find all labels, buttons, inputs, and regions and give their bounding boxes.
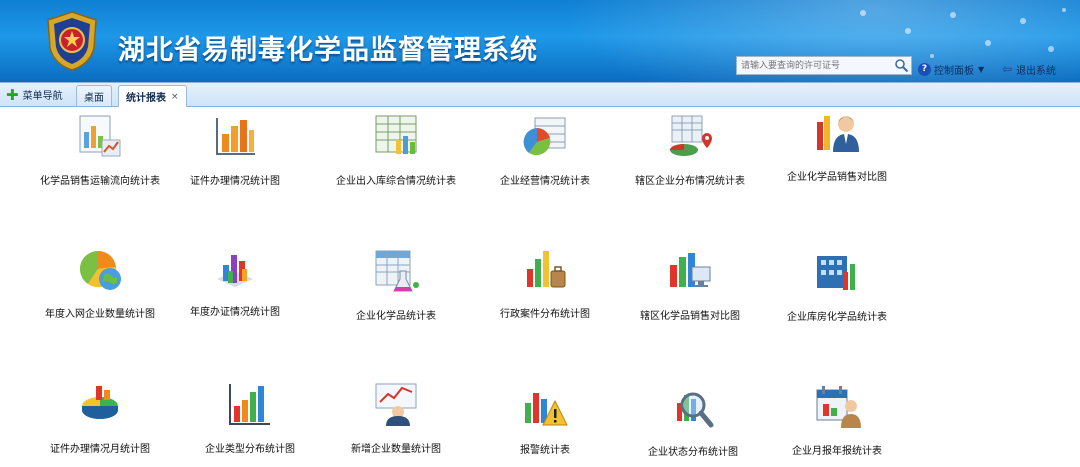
- pie-globe-icon: [79, 250, 121, 290]
- report-label: 企业出入库综合情况统计表: [336, 176, 456, 187]
- license-search-input[interactable]: [737, 57, 891, 74]
- pie-table-icon: [523, 117, 566, 156]
- control-panel-label: 控制面板: [934, 65, 974, 77]
- report-label: 年度办证情况统计图: [190, 307, 280, 318]
- report-label: 报警统计表: [520, 445, 570, 456]
- report-label: 企业状态分布统计图: [648, 447, 738, 458]
- report-label: 企业月报年报统计表: [792, 446, 882, 457]
- report-label: 企业化学品统计表: [356, 311, 436, 322]
- tab-bar: ✚ 菜单导航 桌面 统计报表 ×: [0, 82, 1080, 107]
- help-icon: ?: [918, 62, 931, 76]
- bar-briefcase-icon: [527, 251, 566, 288]
- report-tile[interactable]: 企业经营情况统计表: [470, 112, 620, 196]
- report-tile[interactable]: 年度办证情况统计图: [160, 243, 310, 327]
- report-tile[interactable]: 化学品销售运输流向统计表: [25, 112, 175, 196]
- building-chart-icon: [817, 256, 855, 290]
- magnifier-chart-icon: [677, 392, 714, 428]
- report-tile[interactable]: 企业化学品销售对比图: [762, 108, 912, 192]
- bar-monitor-icon: [670, 253, 711, 287]
- menu-nav-button[interactable]: ✚ 菜单导航: [6, 87, 63, 102]
- calendar-person-icon: [816, 386, 861, 428]
- report-tile[interactable]: 企业月报年报统计表: [762, 382, 912, 466]
- report-label: 辖区化学品销售对比图: [640, 311, 740, 322]
- report-label: 行政案件分布统计图: [500, 309, 590, 320]
- warning-chart-icon: [525, 393, 568, 426]
- close-icon[interactable]: ×: [171, 92, 179, 102]
- app-header: 湖北省易制毒化学品监督管理系统 ? 控制面板 ▼ ⇦ 退出系统: [0, 0, 1080, 82]
- report-tile[interactable]: 辖区企业分布情况统计表: [615, 112, 765, 196]
- search-icon[interactable]: [894, 58, 909, 73]
- plus-icon: ✚: [6, 85, 19, 104]
- bar-chart-icon: [216, 118, 255, 155]
- report-tile[interactable]: 企业库房化学品统计表: [762, 248, 912, 332]
- person-chart-icon: [817, 116, 859, 152]
- pie-3d-icon: [82, 386, 118, 419]
- report-label: 证件办理情况统计图: [190, 176, 280, 187]
- report-label: 化学品销售运输流向统计表: [40, 176, 160, 187]
- report-tile[interactable]: 证件办理情况月统计图: [25, 380, 175, 464]
- back-arrow-icon: ⇦: [1002, 62, 1013, 76]
- map-pin-table-icon: [670, 115, 712, 156]
- logout-label: 退出系统: [1016, 65, 1057, 77]
- report-tile[interactable]: 企业类型分布统计图: [175, 380, 325, 464]
- app-title: 湖北省易制毒化学品监督管理系统: [118, 35, 538, 66]
- report-label: 新增企业数量统计图: [351, 444, 441, 455]
- bar-3d-icon: [217, 255, 253, 287]
- report-label: 证件办理情况月统计图: [50, 444, 150, 455]
- report-tile[interactable]: 企业出入库综合情况统计表: [321, 112, 471, 196]
- tab-statistics[interactable]: 统计报表 ×: [118, 85, 187, 107]
- spreadsheet-chart-icon: [375, 115, 417, 154]
- logout-button[interactable]: ⇦ 退出系统: [1002, 62, 1057, 77]
- report-tile[interactable]: 新增企业数量统计图: [321, 380, 471, 464]
- report-label: 企业经营情况统计表: [500, 176, 590, 187]
- report-tile[interactable]: 年度入网企业数量统计图: [25, 245, 175, 329]
- police-emblem-icon: [47, 11, 97, 71]
- menu-nav-label: 菜单导航: [22, 91, 63, 102]
- report-label: 企业化学品销售对比图: [787, 172, 887, 183]
- bar-chart-blue-icon: [229, 384, 270, 425]
- chevron-down-icon: ▼: [978, 64, 985, 74]
- report-tile[interactable]: 报警统计表: [470, 381, 620, 465]
- tab-label: 桌面: [84, 92, 104, 104]
- license-search: [736, 56, 912, 75]
- report-tile[interactable]: 证件办理情况统计图: [160, 112, 310, 196]
- report-tile[interactable]: 企业状态分布统计图: [618, 383, 768, 467]
- flask-table-icon: [375, 250, 419, 292]
- tab-desktop[interactable]: 桌面: [76, 85, 112, 106]
- report-label: 企业类型分布统计图: [205, 444, 295, 455]
- report-tile[interactable]: 行政案件分布统计图: [470, 245, 620, 329]
- report-label: 辖区企业分布情况统计表: [635, 176, 745, 187]
- control-panel-menu[interactable]: ? 控制面板 ▼: [918, 62, 985, 77]
- report-label: 年度入网企业数量统计图: [45, 309, 155, 320]
- report-tile[interactable]: 辖区化学品销售对比图: [615, 247, 765, 331]
- report-chart-icon: [79, 115, 121, 157]
- presenter-chart-icon: [375, 383, 417, 426]
- report-tile[interactable]: 企业化学品统计表: [321, 247, 471, 331]
- report-label: 企业库房化学品统计表: [787, 312, 887, 323]
- tab-label: 统计报表: [126, 93, 166, 104]
